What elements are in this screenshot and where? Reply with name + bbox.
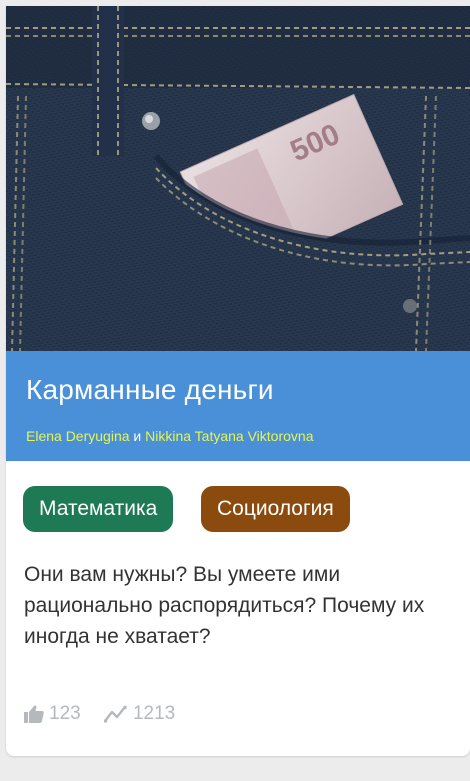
authors-conjunction: и <box>133 428 142 444</box>
stats-bar: 123 1213 <box>24 703 193 729</box>
title-band: Карманные деньги Elena Deryugina и Nikki… <box>6 351 470 461</box>
author-link[interactable]: Nikkina Tatyana Viktorovna <box>145 428 313 444</box>
likes-count: 123 <box>49 703 81 724</box>
likes-stat[interactable]: 123 <box>24 703 81 725</box>
article-title[interactable]: Карманные деньги <box>26 373 274 407</box>
article-card[interactable]: 500 Карманные деньги Elena Deryugina и N… <box>6 6 470 756</box>
views-count: 1213 <box>132 703 176 724</box>
tag-mathematics[interactable]: Математика <box>23 486 174 532</box>
thumbs-up-icon <box>24 705 44 723</box>
tag-sociology[interactable]: Социология <box>201 486 350 532</box>
views-stat[interactable]: 1213 <box>103 703 176 725</box>
trend-line-icon <box>103 705 127 723</box>
article-description: Они вам нужны? Вы умеете ими рационально… <box>24 563 425 648</box>
author-link[interactable]: Elena Deryugina <box>26 428 130 444</box>
jeans-pocket-banknote-photo: 500 <box>6 6 470 351</box>
cover-image[interactable]: 500 <box>6 6 470 351</box>
authors-line: Elena Deryugina и Nikkina Tatyana Viktor… <box>26 427 313 445</box>
